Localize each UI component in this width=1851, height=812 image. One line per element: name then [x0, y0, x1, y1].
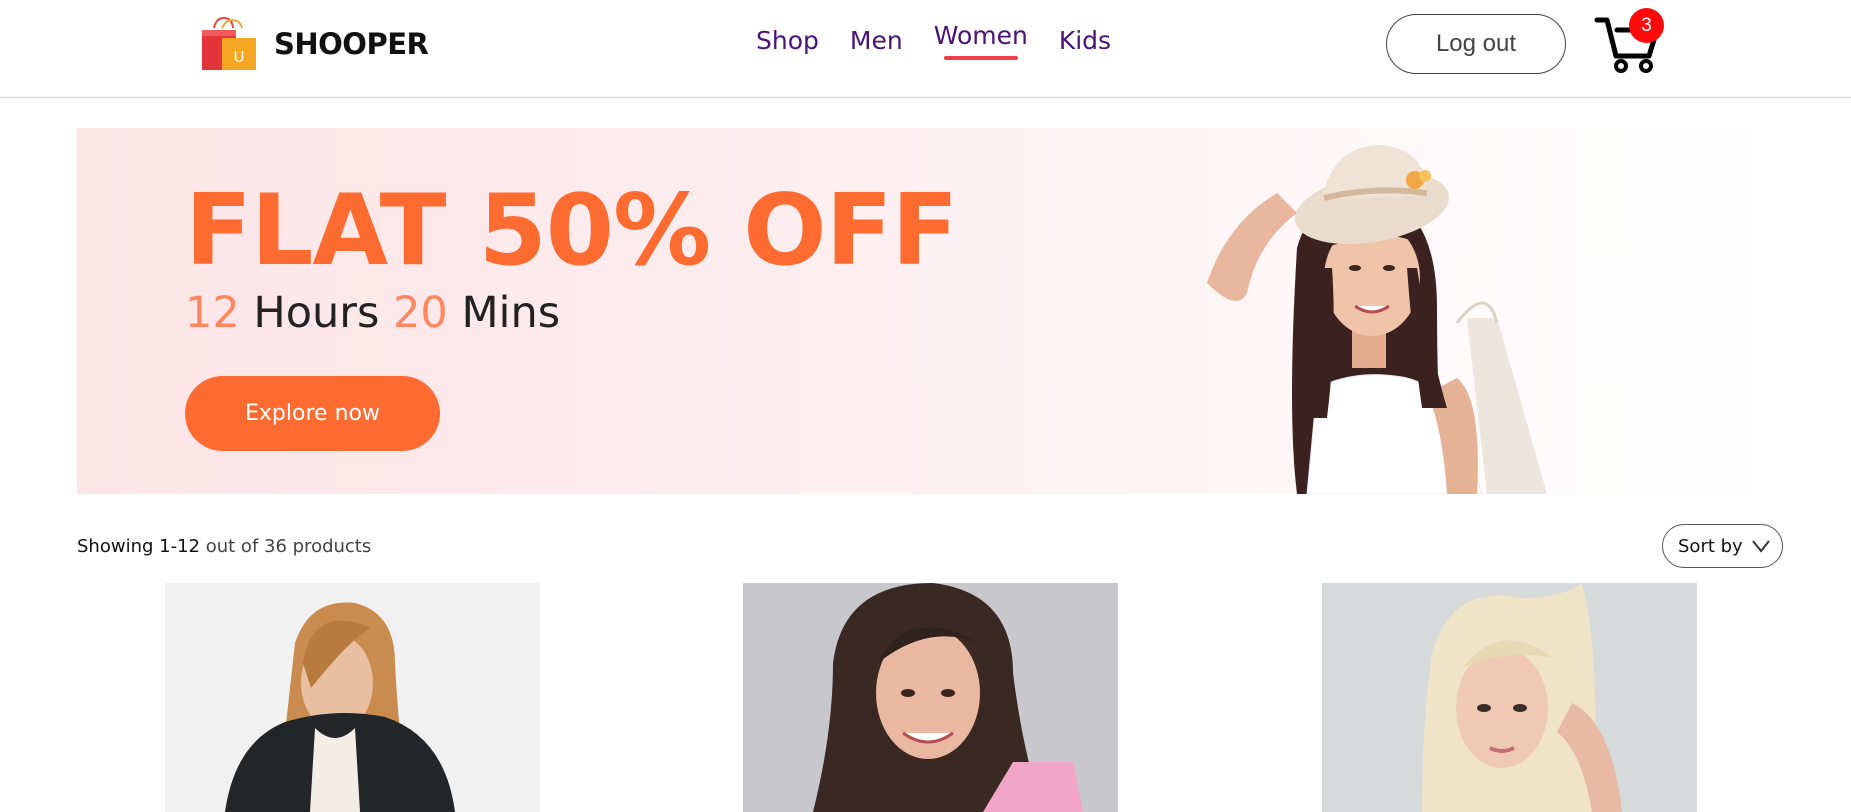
- sort-by-label: Sort by: [1678, 535, 1743, 557]
- hero-model-image: [1207, 145, 1547, 494]
- explore-now-button[interactable]: Explore now: [185, 376, 440, 451]
- product-image: [813, 583, 1083, 812]
- brand-logo[interactable]: U SHOOPER: [200, 16, 429, 72]
- nav-item-men[interactable]: Men: [850, 26, 903, 55]
- banner-title: FLAT 50% OFF: [185, 174, 958, 288]
- product-card-2[interactable]: [743, 583, 1118, 812]
- main-nav: Shop Men Women Kids: [756, 21, 1142, 60]
- results-range: 1-12: [159, 536, 200, 557]
- nav-item-kids[interactable]: Kids: [1059, 26, 1111, 55]
- countdown-mins-label: Mins: [461, 288, 561, 338]
- cart-button[interactable]: 3: [1594, 8, 1664, 74]
- results-total: out of 36 products: [205, 536, 372, 557]
- site-header: U SHOOPER Shop Men Women Kids Log out 3: [0, 0, 1851, 98]
- banner-countdown: 12 Hours 20 Mins: [185, 292, 560, 335]
- countdown-hours-label: Hours: [253, 288, 380, 338]
- nav-item-women[interactable]: Women: [934, 21, 1028, 60]
- sort-by-dropdown[interactable]: Sort by: [1662, 524, 1783, 568]
- logout-button[interactable]: Log out: [1386, 14, 1566, 74]
- product-image: [1422, 583, 1622, 812]
- results-prefix: Showing: [77, 536, 154, 557]
- product-card-1[interactable]: [165, 583, 540, 812]
- logo-letter: U: [234, 48, 245, 66]
- cart-count-badge: 3: [1629, 8, 1664, 43]
- countdown-mins: 20: [393, 288, 448, 338]
- nav-item-shop[interactable]: Shop: [756, 26, 819, 55]
- brand-name: SHOOPER: [274, 27, 429, 61]
- shopping-bags-icon: U: [202, 16, 256, 70]
- product-card-3[interactable]: [1322, 583, 1697, 812]
- chevron-down-icon: [1751, 540, 1770, 553]
- countdown-hours: 12: [185, 288, 240, 338]
- promo-banner: FLAT 50% OFF 12 Hours 20 Mins Explore no…: [77, 128, 1775, 494]
- results-count: Showing 1-12 out of 36 products: [77, 536, 371, 557]
- product-image: [225, 602, 455, 812]
